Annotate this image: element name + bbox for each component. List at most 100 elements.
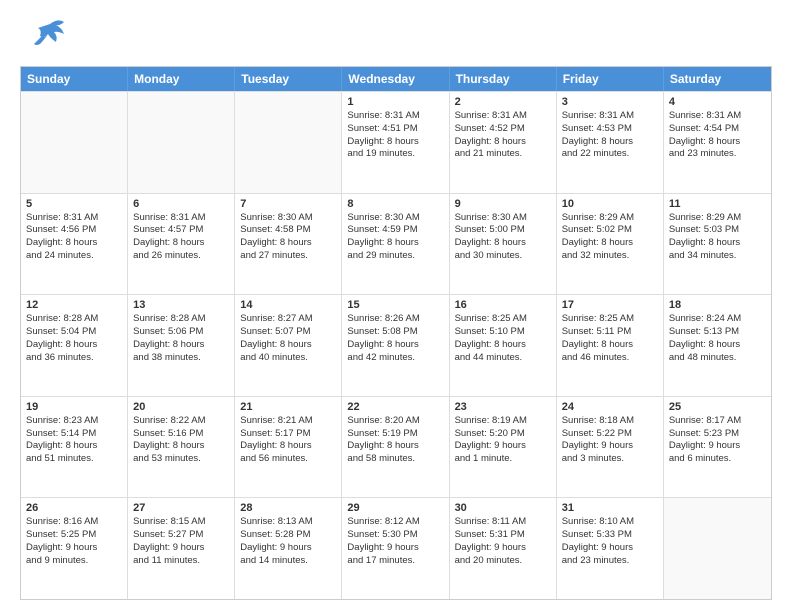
day-info: Sunrise: 8:18 AM Sunset: 5:22 PM Dayligh… xyxy=(562,415,658,466)
day-cell-20: 20 Sunrise: 8:22 AM Sunset: 5:16 PM Dayli… xyxy=(128,397,235,498)
day-cell-2: 2 Sunrise: 8:31 AM Sunset: 4:52 PM Daylig… xyxy=(450,92,557,193)
day-info: Sunrise: 8:30 AM Sunset: 5:00 PM Dayligh… xyxy=(455,212,551,263)
day-number: 11 xyxy=(669,198,766,210)
day-cell-7: 7Sunrise: 8:30 AM Sunset: 4:58 PM Daylig… xyxy=(235,194,342,295)
day-cell-8: 8 Sunrise: 8:30 AM Sunset: 4:59 PM Daylig… xyxy=(342,194,449,295)
day-cell-14: 14 Sunrise: 8:27 AM Sunset: 5:07 PM Dayli… xyxy=(235,295,342,396)
weekday-header-sunday: Sunday xyxy=(21,67,128,91)
weekday-header-saturday: Saturday xyxy=(664,67,771,91)
day-cell-10: 10Sunrise: 8:29 AM Sunset: 5:02 PM Dayli… xyxy=(557,194,664,295)
day-info: Sunrise: 8:16 AM Sunset: 5:25 PM Dayligh… xyxy=(26,516,122,567)
day-info: Sunrise: 8:29 AM Sunset: 5:02 PM Dayligh… xyxy=(562,212,658,263)
day-info: Sunrise: 8:30 AM Sunset: 4:58 PM Dayligh… xyxy=(240,212,336,263)
day-cell-16: 16 Sunrise: 8:25 AM Sunset: 5:10 PM Dayli… xyxy=(450,295,557,396)
day-number: 24 xyxy=(562,401,658,413)
day-info: Sunrise: 8:31 AM Sunset: 4:54 PM Dayligh… xyxy=(669,110,766,161)
day-info: Sunrise: 8:17 AM Sunset: 5:23 PM Dayligh… xyxy=(669,415,766,466)
day-number: 25 xyxy=(669,401,766,413)
day-info: Sunrise: 8:20 AM Sunset: 5:19 PM Dayligh… xyxy=(347,415,443,466)
day-number: 28 xyxy=(240,502,336,514)
day-info: Sunrise: 8:25 AM Sunset: 5:11 PM Dayligh… xyxy=(562,313,658,364)
day-info: Sunrise: 8:28 AM Sunset: 5:06 PM Dayligh… xyxy=(133,313,229,364)
day-number: 13 xyxy=(133,299,229,311)
day-number: 6 xyxy=(133,198,229,210)
day-cell-15: 15 Sunrise: 8:26 AM Sunset: 5:08 PM Dayli… xyxy=(342,295,449,396)
day-info: Sunrise: 8:23 AM Sunset: 5:14 PM Dayligh… xyxy=(26,415,122,466)
day-cell-1: 1Sunrise: 8:31 AM Sunset: 4:51 PM Daylig… xyxy=(342,92,449,193)
day-number: 8 xyxy=(347,198,443,210)
logo xyxy=(20,16,72,56)
day-cell-9: 9 Sunrise: 8:30 AM Sunset: 5:00 PM Daylig… xyxy=(450,194,557,295)
day-info: Sunrise: 8:31 AM Sunset: 4:57 PM Dayligh… xyxy=(133,212,229,263)
day-number: 4 xyxy=(669,96,766,108)
day-number: 31 xyxy=(562,502,658,514)
day-cell-23: 23 Sunrise: 8:19 AM Sunset: 5:20 PM Dayli… xyxy=(450,397,557,498)
day-number: 18 xyxy=(669,299,766,311)
day-number: 23 xyxy=(455,401,551,413)
page: SundayMondayTuesdayWednesdayThursdayFrid… xyxy=(0,0,792,612)
empty-cell xyxy=(664,498,771,599)
day-info: Sunrise: 8:31 AM Sunset: 4:56 PM Dayligh… xyxy=(26,212,122,263)
weekday-header-wednesday: Wednesday xyxy=(342,67,449,91)
day-info: Sunrise: 8:28 AM Sunset: 5:04 PM Dayligh… xyxy=(26,313,122,364)
day-number: 14 xyxy=(240,299,336,311)
day-info: Sunrise: 8:25 AM Sunset: 5:10 PM Dayligh… xyxy=(455,313,551,364)
day-info: Sunrise: 8:15 AM Sunset: 5:27 PM Dayligh… xyxy=(133,516,229,567)
calendar-row-2: 12 Sunrise: 8:28 AM Sunset: 5:04 PM Dayli… xyxy=(21,294,771,396)
day-cell-25: 25 Sunrise: 8:17 AM Sunset: 5:23 PM Dayli… xyxy=(664,397,771,498)
day-number: 29 xyxy=(347,502,443,514)
day-info: Sunrise: 8:13 AM Sunset: 5:28 PM Dayligh… xyxy=(240,516,336,567)
day-number: 15 xyxy=(347,299,443,311)
day-number: 2 xyxy=(455,96,551,108)
calendar: SundayMondayTuesdayWednesdayThursdayFrid… xyxy=(20,66,772,600)
logo-bird-icon xyxy=(20,16,68,56)
day-cell-29: 29 Sunrise: 8:12 AM Sunset: 5:30 PM Dayli… xyxy=(342,498,449,599)
day-info: Sunrise: 8:31 AM Sunset: 4:51 PM Dayligh… xyxy=(347,110,443,161)
day-cell-17: 17 Sunrise: 8:25 AM Sunset: 5:11 PM Dayli… xyxy=(557,295,664,396)
day-number: 17 xyxy=(562,299,658,311)
day-number: 27 xyxy=(133,502,229,514)
day-cell-6: 6 Sunrise: 8:31 AM Sunset: 4:57 PM Daylig… xyxy=(128,194,235,295)
calendar-body: 1Sunrise: 8:31 AM Sunset: 4:51 PM Daylig… xyxy=(21,91,771,599)
day-cell-12: 12 Sunrise: 8:28 AM Sunset: 5:04 PM Dayli… xyxy=(21,295,128,396)
day-number: 5 xyxy=(26,198,122,210)
day-info: Sunrise: 8:31 AM Sunset: 4:52 PM Dayligh… xyxy=(455,110,551,161)
calendar-row-3: 19 Sunrise: 8:23 AM Sunset: 5:14 PM Dayli… xyxy=(21,396,771,498)
day-info: Sunrise: 8:19 AM Sunset: 5:20 PM Dayligh… xyxy=(455,415,551,466)
day-cell-5: 5 Sunrise: 8:31 AM Sunset: 4:56 PM Daylig… xyxy=(21,194,128,295)
day-number: 9 xyxy=(455,198,551,210)
day-info: Sunrise: 8:24 AM Sunset: 5:13 PM Dayligh… xyxy=(669,313,766,364)
day-number: 16 xyxy=(455,299,551,311)
day-info: Sunrise: 8:29 AM Sunset: 5:03 PM Dayligh… xyxy=(669,212,766,263)
day-info: Sunrise: 8:30 AM Sunset: 4:59 PM Dayligh… xyxy=(347,212,443,263)
day-cell-31: 31 Sunrise: 8:10 AM Sunset: 5:33 PM Dayli… xyxy=(557,498,664,599)
day-cell-22: 22Sunrise: 8:20 AM Sunset: 5:19 PM Dayli… xyxy=(342,397,449,498)
calendar-row-4: 26Sunrise: 8:16 AM Sunset: 5:25 PM Dayli… xyxy=(21,497,771,599)
empty-cell xyxy=(235,92,342,193)
day-info: Sunrise: 8:31 AM Sunset: 4:53 PM Dayligh… xyxy=(562,110,658,161)
empty-cell xyxy=(21,92,128,193)
day-number: 30 xyxy=(455,502,551,514)
weekday-header-thursday: Thursday xyxy=(450,67,557,91)
weekday-header-tuesday: Tuesday xyxy=(235,67,342,91)
day-cell-24: 24 Sunrise: 8:18 AM Sunset: 5:22 PM Dayli… xyxy=(557,397,664,498)
day-number: 19 xyxy=(26,401,122,413)
day-cell-28: 28 Sunrise: 8:13 AM Sunset: 5:28 PM Dayli… xyxy=(235,498,342,599)
calendar-header: SundayMondayTuesdayWednesdayThursdayFrid… xyxy=(21,67,771,91)
day-info: Sunrise: 8:10 AM Sunset: 5:33 PM Dayligh… xyxy=(562,516,658,567)
day-info: Sunrise: 8:12 AM Sunset: 5:30 PM Dayligh… xyxy=(347,516,443,567)
day-cell-4: 4 Sunrise: 8:31 AM Sunset: 4:54 PM Daylig… xyxy=(664,92,771,193)
day-cell-30: 30 Sunrise: 8:11 AM Sunset: 5:31 PM Dayli… xyxy=(450,498,557,599)
day-number: 12 xyxy=(26,299,122,311)
day-info: Sunrise: 8:22 AM Sunset: 5:16 PM Dayligh… xyxy=(133,415,229,466)
day-info: Sunrise: 8:26 AM Sunset: 5:08 PM Dayligh… xyxy=(347,313,443,364)
day-info: Sunrise: 8:27 AM Sunset: 5:07 PM Dayligh… xyxy=(240,313,336,364)
day-cell-27: 27 Sunrise: 8:15 AM Sunset: 5:27 PM Dayli… xyxy=(128,498,235,599)
empty-cell xyxy=(128,92,235,193)
day-cell-26: 26Sunrise: 8:16 AM Sunset: 5:25 PM Dayli… xyxy=(21,498,128,599)
day-number: 20 xyxy=(133,401,229,413)
day-info: Sunrise: 8:11 AM Sunset: 5:31 PM Dayligh… xyxy=(455,516,551,567)
day-cell-13: 13 Sunrise: 8:28 AM Sunset: 5:06 PM Dayli… xyxy=(128,295,235,396)
day-cell-18: 18 Sunrise: 8:24 AM Sunset: 5:13 PM Dayli… xyxy=(664,295,771,396)
day-cell-21: 21Sunrise: 8:21 AM Sunset: 5:17 PM Dayli… xyxy=(235,397,342,498)
